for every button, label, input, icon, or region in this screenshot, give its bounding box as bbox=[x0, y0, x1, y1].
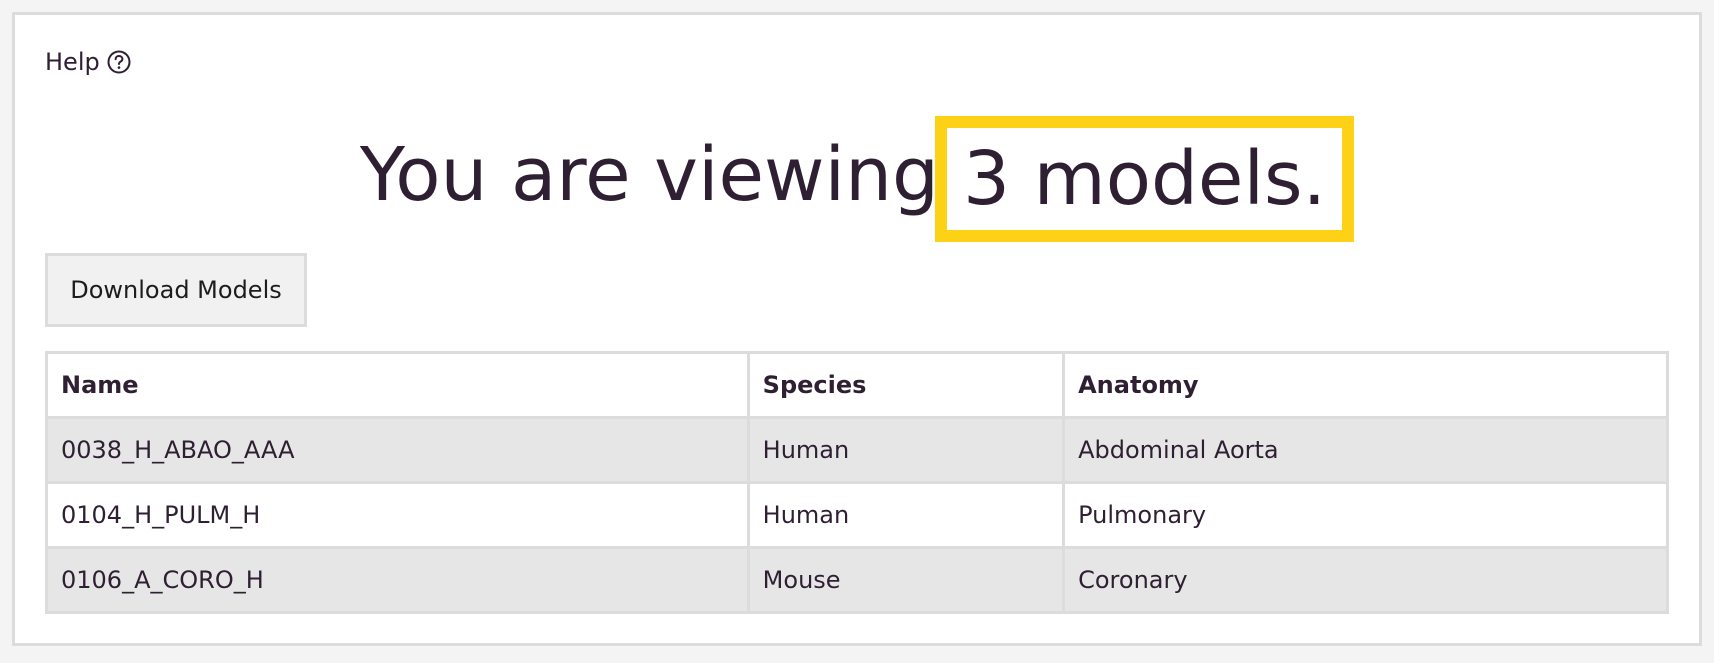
species-cell: Mouse bbox=[746, 546, 1066, 614]
column-header-species[interactable]: Species bbox=[746, 351, 1066, 419]
table-row[interactable]: 0104_H_PULM_H Human Pulmonary bbox=[45, 481, 1669, 549]
table-row[interactable]: 0038_H_ABAO_AAA Human Abdominal Aorta bbox=[45, 416, 1669, 484]
table-header-row: Name Species Anatomy bbox=[45, 351, 1669, 419]
anatomy-cell: Coronary bbox=[1062, 546, 1669, 614]
model-name-cell: 0106_A_CORO_H bbox=[45, 546, 750, 614]
download-models-button[interactable]: Download Models bbox=[45, 253, 307, 327]
page-frame: Help You are viewing 3 models. Download M… bbox=[12, 12, 1702, 646]
species-cell: Human bbox=[746, 481, 1066, 549]
anatomy-cell: Pulmonary bbox=[1062, 481, 1669, 549]
table-row[interactable]: 0106_A_CORO_H Mouse Coronary bbox=[45, 546, 1669, 614]
anatomy-cell: Abdominal Aorta bbox=[1062, 416, 1669, 484]
help-link[interactable]: Help bbox=[45, 49, 132, 75]
column-header-anatomy[interactable]: Anatomy bbox=[1062, 351, 1669, 419]
column-header-name[interactable]: Name bbox=[45, 351, 750, 419]
model-count-highlight: 3 models. bbox=[935, 116, 1355, 243]
model-name-cell: 0038_H_ABAO_AAA bbox=[45, 416, 750, 484]
help-label: Help bbox=[45, 48, 100, 76]
question-circle-icon[interactable] bbox=[106, 49, 132, 75]
heading-prefix: You are viewing bbox=[359, 132, 939, 218]
page-heading: You are viewing 3 models. bbox=[15, 105, 1699, 245]
model-name-cell: 0104_H_PULM_H bbox=[45, 481, 750, 549]
species-cell: Human bbox=[746, 416, 1066, 484]
models-table: Name Species Anatomy 0038_H_ABAO_AAA Hum… bbox=[45, 351, 1669, 614]
